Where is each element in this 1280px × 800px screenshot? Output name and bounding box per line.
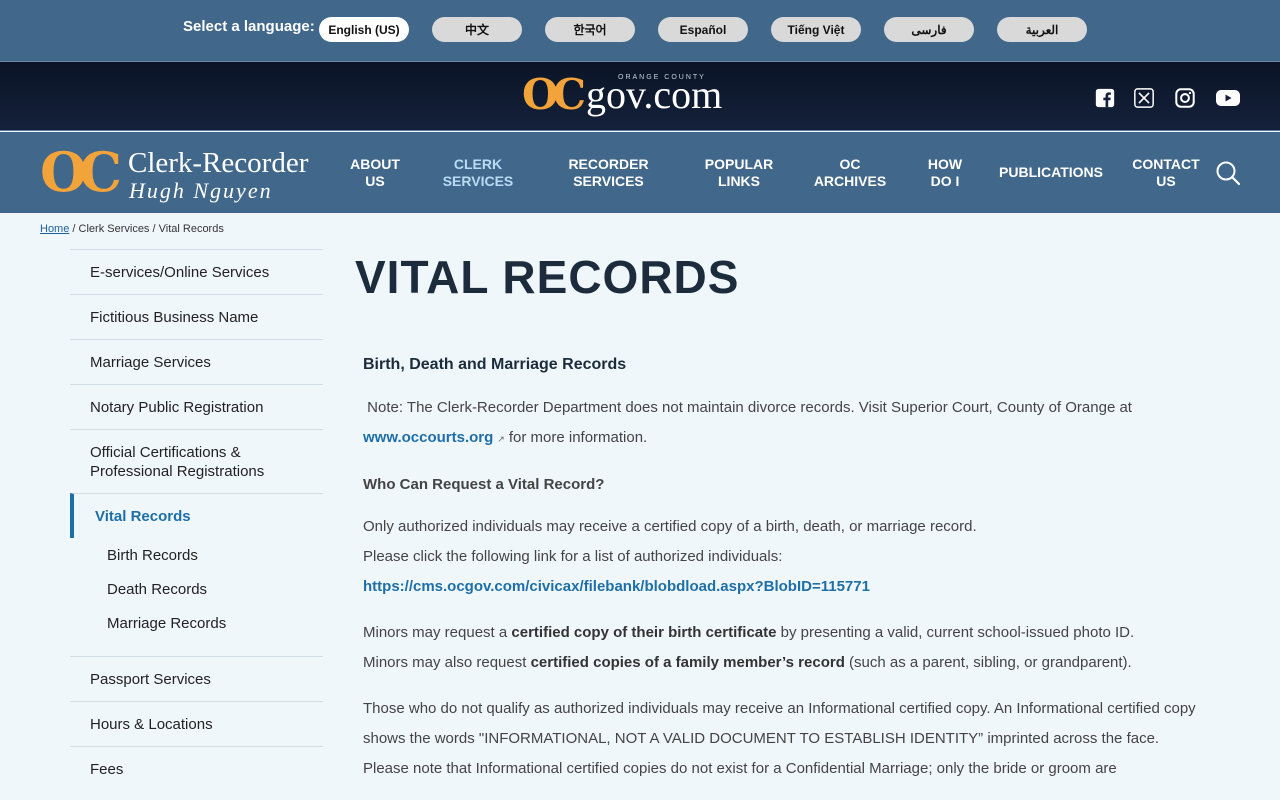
sidebar-item-vital-records[interactable]: Vital Records (70, 493, 323, 538)
nav-how-do-i-line1: How (927, 156, 963, 172)
language-arabic-button[interactable]: العربية (997, 17, 1087, 42)
facebook-icon[interactable] (1094, 87, 1116, 109)
language-korean-button[interactable]: 한국어 (545, 17, 635, 42)
language-farsi-button[interactable]: فارسی (884, 17, 974, 42)
authorized-line1: Only authorized individuals may receive … (363, 518, 977, 535)
search-icon[interactable] (1215, 160, 1241, 186)
authorized-individuals-link[interactable]: https://cms.ocgov.com/civicax/filebank/b… (363, 578, 870, 595)
sidebar-nav: E-services/Online Services Fictitious Bu… (70, 249, 323, 791)
ocgov-logo[interactable]: OC gov.com ORANGE COUNTY (522, 70, 722, 120)
instagram-icon[interactable] (1174, 87, 1196, 109)
nav-about-us-line1: About (350, 156, 400, 172)
youtube-icon[interactable] (1215, 87, 1241, 109)
language-english-button[interactable]: English (US) (319, 17, 409, 42)
clerk-recorder-logo[interactable]: OC Clerk-Recorder Hugh Nguyen (40, 137, 325, 207)
minors-text-a: Minors may request a (363, 624, 508, 641)
nav-clerk-services-line1: Clerk (453, 156, 503, 172)
minors-text-f: (such as a parent, sibling, or grandpare… (849, 654, 1132, 671)
nav-popular-links-line1: Popular (704, 156, 774, 172)
nav-popular-links-line2: Links (718, 173, 760, 189)
nav-oc-archives-line1: OC (839, 156, 861, 172)
nav-about-us-line2: Us (365, 173, 385, 189)
sidebar-item-hours-locations[interactable]: Hours & Locations (70, 701, 323, 746)
authorized-line2: Please click the following link for a li… (363, 548, 783, 565)
sidebar-item-official-certifications[interactable]: Official Certifications & Professional R… (70, 429, 323, 493)
sidebar-item-official-certifications-line1: Official Certifications & (90, 443, 241, 461)
minors-paragraph: Minors may request a certified copy of t… (363, 618, 1203, 678)
breadcrumb-current: Vital Records (158, 223, 224, 235)
minors-text-c: by presenting a valid, current school-is… (780, 624, 1135, 641)
nav-about-us[interactable]: About Us (347, 156, 403, 190)
nav-oc-archives[interactable]: OC Archives (812, 156, 888, 190)
who-can-request-heading: Who Can Request a Vital Record? (363, 476, 605, 493)
clerk-recorder-logo-mark: OC (40, 140, 122, 204)
nav-how-do-i-line2: Do I (930, 173, 960, 189)
nav-how-do-i[interactable]: How Do I (918, 156, 972, 190)
nav-clerk-services-line2: Services (442, 173, 514, 189)
breadcrumb-clerk-services[interactable]: Clerk Services (79, 223, 150, 235)
sidebar-subnav: Birth Records Death Records Marriage Rec… (70, 538, 323, 656)
breadcrumb: Home / Clerk Services / Vital Records (40, 223, 224, 235)
sidebar-item-e-services[interactable]: E-services/Online Services (70, 249, 323, 294)
nav-popular-links[interactable]: Popular Links (701, 156, 777, 190)
page-title: VITAL RECORDS (355, 251, 740, 303)
nav-recorder-services[interactable]: Recorder Services (565, 156, 652, 190)
sidebar-subitem-birth-records[interactable]: Birth Records (70, 538, 323, 572)
language-vietnamese-button[interactable]: Tiếng Việt (771, 17, 861, 42)
nav-oc-archives-line2: Archives (813, 173, 887, 189)
language-chinese-button[interactable]: 中文 (432, 17, 522, 42)
nav-publications-line1: Publications (999, 164, 1103, 180)
occourts-link[interactable]: www.occourts.org (363, 429, 493, 446)
language-spanish-button[interactable]: Español (658, 17, 748, 42)
nav-contact-us-line2: Us (1156, 173, 1176, 189)
sidebar-subitem-death-records[interactable]: Death Records (70, 572, 323, 606)
authorized-paragraph: Only authorized individuals may receive … (363, 512, 1203, 602)
clerk-recorder-logo-title: Clerk-Recorder (128, 147, 309, 179)
sidebar-item-official-certifications-line2: Professional Registrations (90, 462, 265, 480)
language-label: Select a language: (183, 18, 315, 35)
nav-publications[interactable]: Publications (996, 164, 1106, 181)
nav-recorder-services-line1: Recorder (568, 156, 649, 172)
breadcrumb-home-link[interactable]: Home (40, 223, 69, 235)
site-header: OC gov.com ORANGE COUNTY (0, 61, 1280, 131)
main-content: Birth, Death and Marriage Records Note: … (363, 350, 1203, 800)
sidebar-item-passport-services[interactable]: Passport Services (70, 656, 323, 701)
divorce-note-tail: for more information. (508, 429, 648, 446)
clerk-recorder-logo-name: Hugh Nguyen (129, 178, 273, 203)
nav-clerk-services[interactable]: Clerk Services (440, 156, 516, 190)
nav-recorder-services-line2: Services (573, 173, 644, 189)
main-nav: OC Clerk-Recorder Hugh Nguyen About Us C… (0, 132, 1280, 213)
divorce-note: Note: The Clerk-Recorder Department does… (363, 393, 1203, 454)
ocgov-logo-mark: OC (522, 70, 586, 119)
sidebar-subitem-marriage-records[interactable]: Marriage Records (70, 606, 323, 640)
divorce-note-text: Note: The Clerk-Recorder Department does… (367, 399, 1132, 416)
minors-text-d: Minors may also request (363, 654, 527, 671)
informational-paragraph: Those who do not qualify as authorized i… (363, 700, 1196, 777)
minors-text-b: certified copy of their birth certificat… (511, 624, 777, 641)
nav-contact-us[interactable]: Contact Us (1130, 156, 1202, 190)
external-link-icon: ↗ (497, 434, 505, 444)
breadcrumb-separator: / (152, 223, 156, 235)
section-heading: Birth, Death and Marriage Records (363, 356, 627, 373)
breadcrumb-separator: / (72, 223, 76, 235)
sidebar-item-fictitious-business-name[interactable]: Fictitious Business Name (70, 294, 323, 339)
sidebar-item-fees[interactable]: Fees (70, 746, 323, 791)
sidebar-item-marriage-services[interactable]: Marriage Services (70, 339, 323, 384)
language-bar: Select a language: English (US) 中文 한국어 E… (0, 0, 1280, 61)
nav-contact-us-line1: Contact (1132, 156, 1200, 172)
x-twitter-icon[interactable] (1133, 87, 1155, 109)
sidebar-item-notary-public[interactable]: Notary Public Registration (70, 384, 323, 429)
ocgov-logo-county: ORANGE COUNTY (618, 74, 706, 81)
minors-text-e: certified copies of a family member’s re… (530, 654, 845, 671)
